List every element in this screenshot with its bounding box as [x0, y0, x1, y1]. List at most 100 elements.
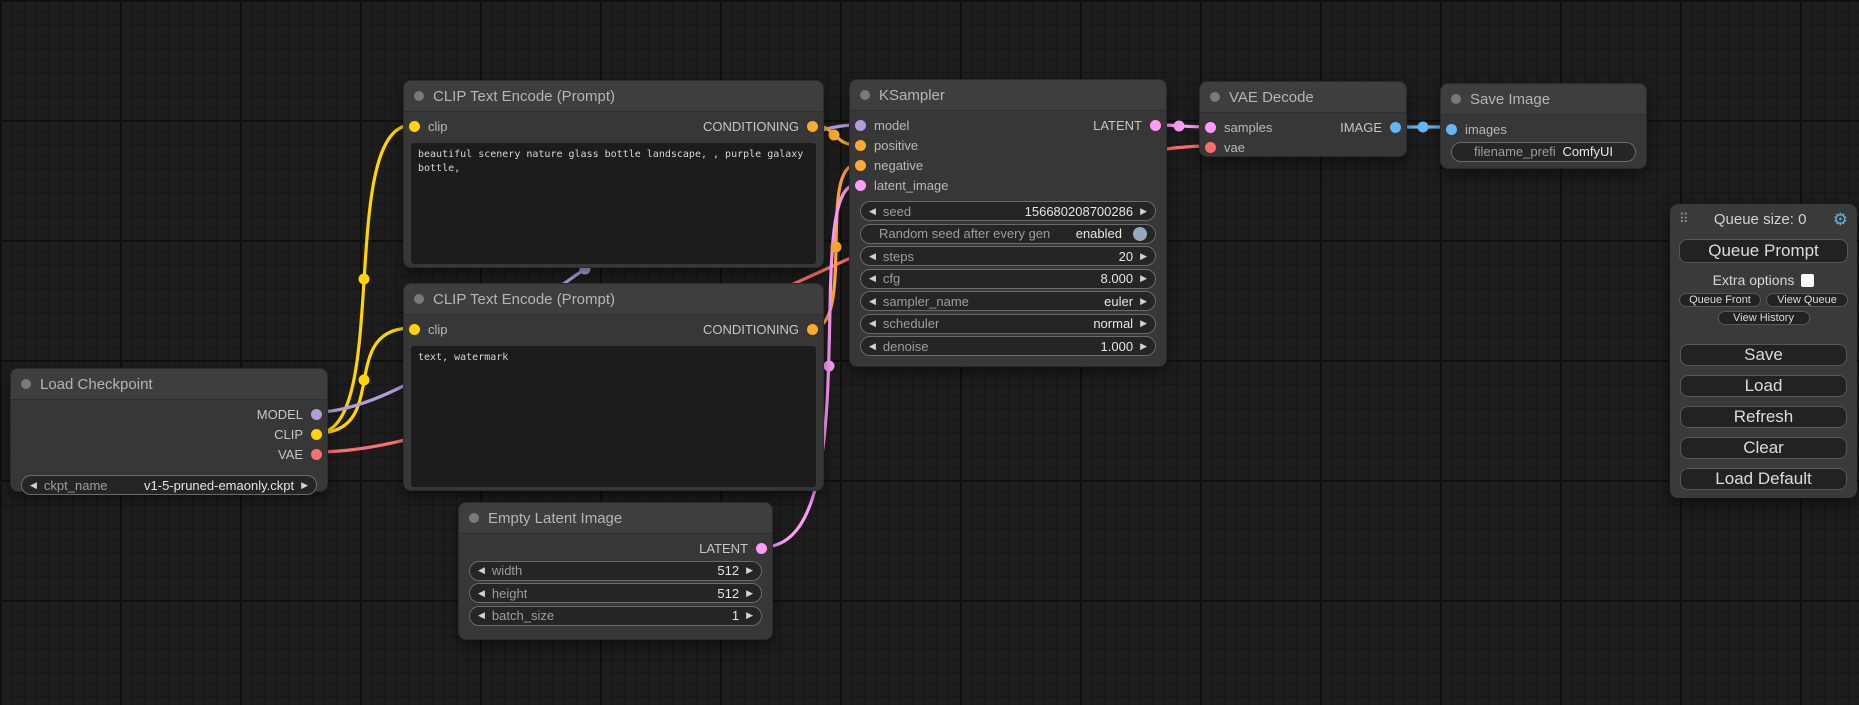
- arrow-left-icon[interactable]: ◀: [869, 319, 876, 328]
- sampler-name-widget[interactable]: ◀ sampler_name euler ▶: [860, 291, 1156, 311]
- clear-button[interactable]: Clear: [1680, 437, 1847, 459]
- widget-value: enabled: [1076, 226, 1122, 241]
- steps-widget[interactable]: ◀ steps 20 ▶: [860, 246, 1156, 266]
- node-title-bar[interactable]: Load Checkpoint: [11, 369, 327, 400]
- widget-value: euler: [1104, 294, 1133, 309]
- node-title-bar[interactable]: KSampler: [850, 80, 1166, 111]
- widget-value: ComfyUI: [1562, 144, 1627, 159]
- output-label: IMAGE: [1340, 120, 1382, 135]
- width-widget[interactable]: ◀ width 512 ▶: [469, 561, 762, 581]
- height-widget[interactable]: ◀ height 512 ▶: [469, 583, 762, 603]
- node-ksampler[interactable]: KSampler model LATENT positive negative …: [849, 79, 1167, 367]
- prompt-textarea[interactable]: text, watermark: [411, 346, 816, 487]
- arrow-left-icon[interactable]: ◀: [478, 611, 485, 620]
- view-queue-button[interactable]: View Queue: [1766, 293, 1848, 307]
- arrow-right-icon[interactable]: ▶: [746, 611, 753, 620]
- node-load-checkpoint[interactable]: Load Checkpoint MODEL CLIP VAE ◀ ckpt_na…: [10, 368, 328, 492]
- collapse-dot-icon[interactable]: [1210, 92, 1220, 102]
- collapse-dot-icon[interactable]: [469, 513, 479, 523]
- queue-panel: ⠿ Queue size: 0 ⚙ Queue Prompt Extra opt…: [1670, 204, 1857, 498]
- node-clip-text-encode-positive[interactable]: CLIP Text Encode (Prompt) clip CONDITION…: [403, 80, 824, 268]
- arrow-right-icon[interactable]: ▶: [1140, 207, 1147, 216]
- seed-widget[interactable]: ◀ seed 156680208700286 ▶: [860, 201, 1156, 221]
- collapse-dot-icon[interactable]: [1451, 94, 1461, 104]
- clip-input-port[interactable]: [409, 324, 420, 335]
- prompt-textarea[interactable]: beautiful scenery nature glass bottle la…: [411, 143, 816, 264]
- batch-size-widget[interactable]: ◀ batch_size 1 ▶: [469, 606, 762, 626]
- clip-output-port[interactable]: [311, 429, 322, 440]
- latent-image-input-port[interactable]: [855, 180, 866, 191]
- arrow-left-icon[interactable]: ◀: [478, 566, 485, 575]
- widget-value: 512: [717, 586, 739, 601]
- port-row: clip CONDITIONING: [404, 319, 823, 339]
- vae-input-port[interactable]: [1205, 142, 1216, 153]
- filename-prefix-widget[interactable]: filename_prefix ComfyUI: [1451, 142, 1636, 162]
- link-midpoint-dot: [1174, 121, 1185, 132]
- node-title-bar[interactable]: CLIP Text Encode (Prompt): [404, 81, 823, 112]
- ckpt-name-widget[interactable]: ◀ ckpt_name v1-5-pruned-emaonly.ckpt ▶: [21, 475, 317, 495]
- negative-input-port[interactable]: [855, 160, 866, 171]
- refresh-button[interactable]: Refresh: [1680, 406, 1847, 428]
- image-output-port[interactable]: [1390, 122, 1401, 133]
- collapse-dot-icon[interactable]: [414, 91, 424, 101]
- node-title: CLIP Text Encode (Prompt): [433, 88, 615, 105]
- arrow-right-icon[interactable]: ▶: [1140, 319, 1147, 328]
- cfg-widget[interactable]: ◀ cfg 8.000 ▶: [860, 269, 1156, 289]
- arrow-left-icon[interactable]: ◀: [478, 589, 485, 598]
- port-row: negative: [850, 155, 1166, 175]
- arrow-right-icon[interactable]: ▶: [1140, 274, 1147, 283]
- node-clip-text-encode-negative[interactable]: CLIP Text Encode (Prompt) clip CONDITION…: [403, 283, 824, 491]
- arrow-left-icon[interactable]: ◀: [869, 252, 876, 261]
- output-label: CLIP: [274, 427, 303, 442]
- node-title-bar[interactable]: CLIP Text Encode (Prompt): [404, 284, 823, 315]
- extra-options-checkbox[interactable]: [1801, 274, 1814, 287]
- arrow-right-icon[interactable]: ▶: [1140, 252, 1147, 261]
- arrow-right-icon[interactable]: ▶: [1140, 342, 1147, 351]
- arrow-left-icon[interactable]: ◀: [869, 207, 876, 216]
- port-row: positive: [850, 135, 1166, 155]
- positive-input-port[interactable]: [855, 140, 866, 151]
- latent-output-port[interactable]: [756, 543, 767, 554]
- arrow-right-icon[interactable]: ▶: [746, 589, 753, 598]
- denoise-widget[interactable]: ◀ denoise 1.000 ▶: [860, 336, 1156, 356]
- images-input-port[interactable]: [1446, 124, 1457, 135]
- clip-input-port[interactable]: [409, 121, 420, 132]
- node-save-image[interactable]: Save Image images filename_prefix ComfyU…: [1440, 83, 1647, 169]
- node-title-bar[interactable]: Save Image: [1441, 84, 1646, 115]
- save-button[interactable]: Save: [1680, 344, 1847, 366]
- model-input-port[interactable]: [855, 120, 866, 131]
- collapse-dot-icon[interactable]: [414, 294, 424, 304]
- node-title-bar[interactable]: Empty Latent Image: [459, 503, 772, 534]
- node-title: Empty Latent Image: [488, 510, 622, 527]
- drag-handle-icon[interactable]: ⠿: [1679, 211, 1688, 227]
- latent-output-port[interactable]: [1150, 120, 1161, 131]
- load-default-button[interactable]: Load Default: [1680, 468, 1847, 490]
- conditioning-output-port[interactable]: [807, 121, 818, 132]
- random-seed-toggle-widget[interactable]: Random seed after every gen enabled: [860, 224, 1156, 244]
- node-title-bar[interactable]: VAE Decode: [1200, 82, 1406, 113]
- model-output-port[interactable]: [311, 409, 322, 420]
- scheduler-widget[interactable]: ◀ scheduler normal ▶: [860, 314, 1156, 334]
- queue-front-button[interactable]: Queue Front: [1679, 293, 1761, 307]
- arrow-left-icon[interactable]: ◀: [869, 342, 876, 351]
- view-history-button[interactable]: View History: [1718, 311, 1810, 325]
- queue-prompt-button[interactable]: Queue Prompt: [1679, 239, 1848, 263]
- arrow-left-icon[interactable]: ◀: [869, 274, 876, 283]
- arrow-left-icon[interactable]: ◀: [30, 481, 37, 490]
- node-vae-decode[interactable]: VAE Decode samples IMAGE vae: [1199, 81, 1407, 157]
- load-button[interactable]: Load: [1680, 375, 1847, 397]
- collapse-dot-icon[interactable]: [21, 379, 31, 389]
- settings-gear-icon[interactable]: ⚙: [1833, 211, 1848, 228]
- samples-input-port[interactable]: [1205, 122, 1216, 133]
- collapse-dot-icon[interactable]: [860, 90, 870, 100]
- arrow-left-icon[interactable]: ◀: [869, 297, 876, 306]
- conditioning-output-port[interactable]: [807, 324, 818, 335]
- node-empty-latent-image[interactable]: Empty Latent Image LATENT ◀ width 512 ▶ …: [458, 502, 773, 640]
- vae-output-port[interactable]: [311, 449, 322, 460]
- arrow-right-icon[interactable]: ▶: [301, 481, 308, 490]
- port-row: images: [1441, 119, 1646, 139]
- arrow-right-icon[interactable]: ▶: [1140, 297, 1147, 306]
- arrow-right-icon[interactable]: ▶: [746, 566, 753, 575]
- widget-value: 8.000: [1101, 271, 1134, 286]
- toggle-dot-icon[interactable]: [1133, 227, 1147, 241]
